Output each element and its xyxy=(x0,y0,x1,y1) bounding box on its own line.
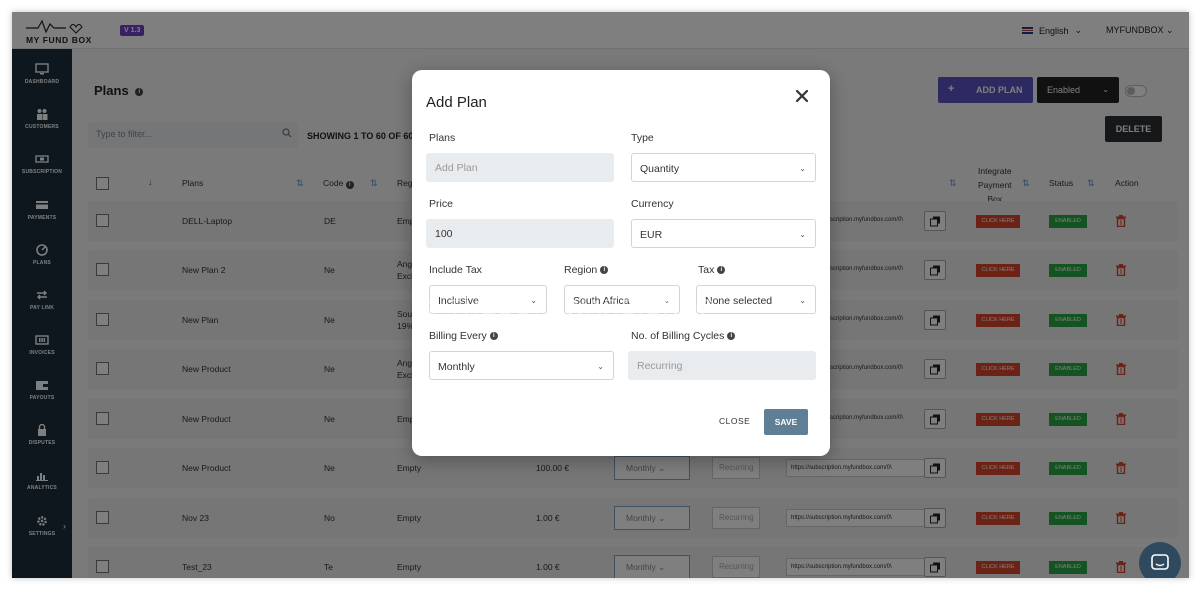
price-input[interactable] xyxy=(426,219,614,248)
chevron-down-icon: ⌄ xyxy=(530,296,537,305)
price-label: Price xyxy=(429,198,453,210)
chevron-down-icon: ⌄ xyxy=(663,296,670,305)
type-select[interactable]: Quantity ⌄ xyxy=(631,153,816,182)
currency-select[interactable]: EUR ⌄ xyxy=(631,219,816,248)
currency-label: Currency xyxy=(631,198,674,210)
plan-name-input[interactable] xyxy=(426,153,614,182)
type-label: Type xyxy=(631,132,654,144)
billing-cycles-label: No. of Billing Cycles i xyxy=(631,330,736,342)
region-label: Region i xyxy=(564,264,609,276)
plans-label: Plans xyxy=(429,132,456,144)
tax-label: Tax i xyxy=(698,264,726,276)
add-plan-modal: Add Plan Plans Type Quantity ⌄ Price Cur… xyxy=(412,70,830,456)
chat-icon xyxy=(1151,554,1169,570)
chat-launcher[interactable] xyxy=(1139,542,1181,578)
chevron-down-icon: ⌄ xyxy=(799,164,806,173)
modal-title: Add Plan xyxy=(426,94,487,111)
tax-select[interactable]: None selected ⌄ xyxy=(696,285,816,314)
include-tax-label: Include Tax xyxy=(429,264,482,276)
close-icon[interactable] xyxy=(794,88,810,104)
chevron-down-icon: ⌄ xyxy=(799,296,806,305)
chevron-down-icon: ⌄ xyxy=(597,362,604,371)
info-icon: i xyxy=(489,332,498,340)
billing-every-label: Billing Every i xyxy=(429,330,498,342)
app-window: MY FUND BOX V 1.3 English ⌄ MYFUNDBOX ⌄ … xyxy=(12,12,1189,578)
save-button[interactable]: SAVE xyxy=(764,409,808,435)
close-button[interactable]: CLOSE xyxy=(719,416,750,426)
info-icon: i xyxy=(717,266,726,274)
region-select[interactable]: South Africa ⌄ xyxy=(564,285,680,314)
include-tax-select[interactable]: Inclusive ⌄ xyxy=(429,285,547,314)
billing-cycles-input[interactable] xyxy=(628,351,816,380)
chevron-down-icon: ⌄ xyxy=(799,230,806,239)
info-icon: i xyxy=(727,332,736,340)
info-icon: i xyxy=(600,266,609,274)
billing-every-select[interactable]: Monthly ⌄ xyxy=(429,351,614,380)
